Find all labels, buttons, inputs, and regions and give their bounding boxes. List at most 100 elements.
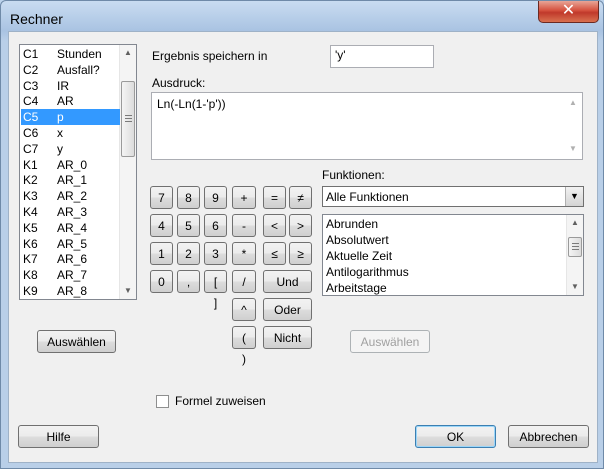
column-list-item[interactable]: K1 AR_0 bbox=[21, 157, 120, 173]
functions-scroll-up-icon[interactable]: ▲ bbox=[567, 215, 583, 231]
column-name: AR_4 bbox=[57, 220, 88, 235]
column-list-item[interactable]: K9 AR_8 bbox=[21, 283, 120, 299]
key-5[interactable]: 5 bbox=[177, 214, 200, 237]
expression-scroll-down-icon[interactable]: ▼ bbox=[565, 141, 581, 157]
column-id: K3 bbox=[23, 189, 38, 204]
functions-list-scrollbar[interactable]: ▲ ▼ bbox=[566, 215, 583, 295]
column-id: K9 bbox=[23, 284, 38, 298]
select-column-button[interactable]: Auswählen bbox=[37, 330, 116, 353]
assign-formula-checkbox[interactable] bbox=[156, 395, 169, 408]
column-name: AR_8 bbox=[57, 284, 88, 298]
function-list-item[interactable]: Absolutwert bbox=[326, 232, 389, 248]
column-list-item[interactable]: K6 AR_5 bbox=[21, 236, 120, 252]
help-button[interactable]: Hilfe bbox=[18, 425, 99, 448]
key-plus[interactable]: + bbox=[232, 186, 256, 209]
functions-scroll-thumb[interactable] bbox=[568, 237, 582, 257]
key-3[interactable]: 3 bbox=[204, 242, 227, 265]
key-greater-than[interactable]: > bbox=[289, 214, 312, 237]
key-multiply[interactable]: * bbox=[232, 242, 256, 265]
key-parentheses[interactable]: ( ) bbox=[232, 326, 256, 366]
chevron-down-icon[interactable]: ▼ bbox=[565, 187, 583, 206]
column-id: K1 bbox=[23, 157, 38, 172]
assign-formula-label: Formel zuweisen bbox=[175, 394, 266, 408]
expression-input[interactable]: Ln(-Ln(1-'p')) ▲ ▼ bbox=[151, 92, 583, 160]
column-list-item[interactable]: K4 AR_3 bbox=[21, 204, 120, 220]
column-name: AR_6 bbox=[57, 252, 88, 267]
scroll-thumb[interactable] bbox=[121, 81, 135, 157]
column-list-item[interactable]: C5 p bbox=[21, 109, 120, 126]
column-name: p bbox=[57, 110, 64, 125]
key-not[interactable]: Nicht bbox=[263, 326, 312, 349]
key-2[interactable]: 2 bbox=[177, 242, 200, 265]
column-id: K4 bbox=[23, 205, 38, 219]
key-brackets[interactable]: [ ] bbox=[204, 270, 227, 310]
key-or[interactable]: Oder bbox=[263, 298, 312, 321]
dialog-body: ▲ ▼ C1 Stunden C2 Ausfall? C3 IR C4 AR C5 p C6 x C7 y… bbox=[8, 31, 598, 463]
key-greater-equal[interactable]: ≥ bbox=[289, 242, 312, 265]
column-list-item[interactable]: C3 IR bbox=[21, 78, 120, 94]
function-list-item[interactable]: Antilogarithmus bbox=[326, 264, 409, 280]
key-less-equal[interactable]: ≤ bbox=[263, 242, 286, 265]
key-divide[interactable]: / bbox=[232, 270, 256, 293]
column-name: Ausfall? bbox=[57, 62, 100, 77]
function-list-item[interactable]: Arbeitstage bbox=[326, 280, 387, 295]
column-list-scrollbar[interactable]: ▲ ▼ bbox=[119, 45, 136, 299]
column-list-item[interactable]: K3 AR_2 bbox=[21, 188, 120, 204]
functions-list[interactable]: ▲ ▼ Abrunden Absolutwert Aktuelle Zeit Anti… bbox=[322, 214, 584, 296]
key-less-than[interactable]: < bbox=[263, 214, 286, 237]
store-result-input[interactable]: 'y' bbox=[330, 45, 434, 68]
column-list-item[interactable]: C7 y bbox=[21, 141, 120, 157]
store-result-value: 'y' bbox=[335, 48, 346, 62]
column-name: y bbox=[57, 141, 63, 156]
key-power[interactable]: ^ bbox=[232, 298, 256, 321]
column-list-item[interactable]: C2 Ausfall? bbox=[21, 62, 120, 78]
expression-scroll-up-icon[interactable]: ▲ bbox=[565, 95, 581, 111]
cancel-button[interactable]: Abbrechen bbox=[508, 425, 589, 448]
expression-scrollbar[interactable]: ▲ ▼ bbox=[565, 93, 582, 159]
functions-scroll-down-icon[interactable]: ▼ bbox=[567, 279, 583, 295]
column-list-item[interactable]: C1 Stunden bbox=[21, 46, 120, 62]
key-6[interactable]: 6 bbox=[204, 214, 227, 237]
key-9[interactable]: 9 bbox=[204, 186, 227, 209]
column-list[interactable]: ▲ ▼ C1 Stunden C2 Ausfall? C3 IR C4 AR C5 p C6 x C7 y… bbox=[19, 44, 137, 300]
key-4[interactable]: 4 bbox=[150, 214, 173, 237]
key-not-equal[interactable]: ≠ bbox=[289, 186, 312, 209]
functions-category-value: Alle Funktionen bbox=[326, 190, 409, 204]
select-function-button[interactable]: Auswählen bbox=[350, 330, 430, 353]
column-list-item[interactable]: K8 AR_7 bbox=[21, 267, 120, 283]
scroll-up-icon[interactable]: ▲ bbox=[120, 45, 136, 61]
column-id: C2 bbox=[23, 62, 39, 77]
column-name: AR_7 bbox=[57, 268, 88, 283]
column-list-item[interactable]: K5 AR_4 bbox=[21, 220, 120, 236]
functions-label: Funktionen: bbox=[322, 168, 385, 182]
key-comma[interactable]: , bbox=[177, 270, 200, 293]
function-list-item[interactable]: Aktuelle Zeit bbox=[326, 248, 392, 264]
key-and[interactable]: Und bbox=[263, 270, 312, 293]
column-id: C5 bbox=[23, 110, 39, 125]
calculator-dialog: Rechner ✕ ▲ ▼ C1 Stunden C2 Ausfall? C3 IR C4 A… bbox=[0, 0, 604, 469]
scroll-down-icon[interactable]: ▼ bbox=[120, 283, 136, 299]
column-list-item[interactable]: K2 AR_1 bbox=[21, 172, 120, 188]
key-1[interactable]: 1 bbox=[150, 242, 173, 265]
column-name: AR_3 bbox=[57, 205, 88, 219]
column-id: K5 bbox=[23, 220, 38, 235]
column-list-item[interactable]: C6 x bbox=[21, 125, 120, 141]
key-8[interactable]: 8 bbox=[177, 186, 200, 209]
column-id: C6 bbox=[23, 126, 39, 140]
column-name: AR_5 bbox=[57, 236, 88, 251]
close-icon: ✕ bbox=[561, 2, 576, 19]
ok-button[interactable]: OK bbox=[415, 425, 496, 448]
keypad: 7 8 9 + = ≠ 4 5 6 - < > 1 2 3 * ≤ ≥ 0 , … bbox=[150, 186, 317, 366]
close-button[interactable]: ✕ bbox=[538, 1, 599, 23]
key-0[interactable]: 0 bbox=[150, 270, 173, 293]
functions-category-select[interactable]: Alle Funktionen ▼ bbox=[322, 186, 584, 207]
column-name: AR_2 bbox=[57, 189, 88, 204]
key-equal[interactable]: = bbox=[263, 186, 286, 209]
column-list-item[interactable]: C4 AR bbox=[21, 93, 120, 109]
column-list-item[interactable]: K7 AR_6 bbox=[21, 251, 120, 267]
column-id: C4 bbox=[23, 94, 39, 109]
column-id: K6 bbox=[23, 236, 38, 251]
key-7[interactable]: 7 bbox=[150, 186, 173, 209]
function-list-item[interactable]: Abrunden bbox=[326, 216, 378, 232]
key-minus[interactable]: - bbox=[232, 214, 256, 237]
